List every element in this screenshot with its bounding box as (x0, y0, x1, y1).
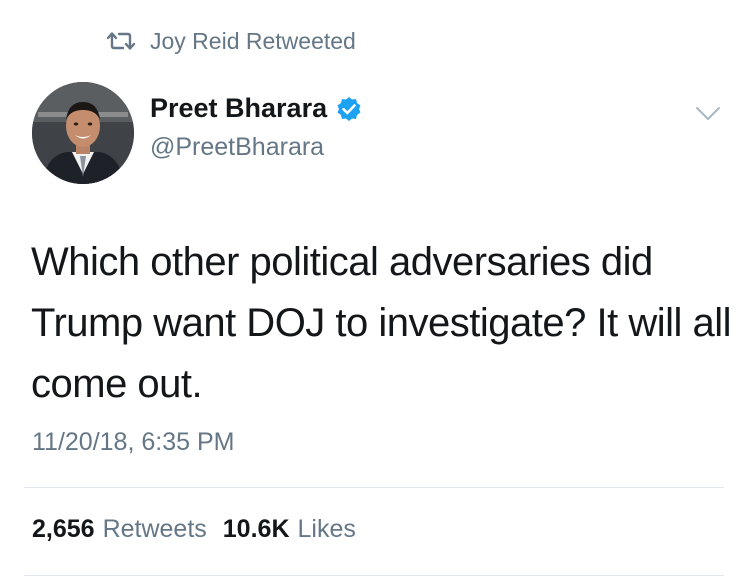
retweets-label[interactable]: Retweets (103, 515, 207, 544)
author-name[interactable]: Preet Bharara (150, 93, 327, 124)
likes-count[interactable]: 10.6K (223, 515, 290, 544)
avatar[interactable] (32, 82, 134, 184)
avatar-image (32, 82, 134, 184)
retweet-context[interactable]: Joy Reid Retweeted (106, 26, 356, 56)
retweet-icon (106, 30, 136, 52)
verified-badge-icon (336, 96, 362, 122)
divider (24, 575, 724, 576)
retweet-context-label: Joy Reid Retweeted (150, 27, 356, 54)
divider (24, 487, 724, 488)
author-name-row[interactable]: Preet Bharara (150, 93, 362, 124)
author-handle[interactable]: @PreetBharara (150, 133, 324, 162)
likes-label[interactable]: Likes (298, 515, 356, 544)
tweet-text: Which other political adversaries did Tr… (31, 240, 732, 406)
retweets-count[interactable]: 2,656 (32, 515, 95, 544)
tweet-timestamp[interactable]: 11/20/18, 6:35 PM (32, 428, 234, 457)
tweet-stats: 2,656 Retweets 10.6K Likes (32, 515, 356, 544)
chevron-down-icon[interactable] (694, 104, 722, 124)
